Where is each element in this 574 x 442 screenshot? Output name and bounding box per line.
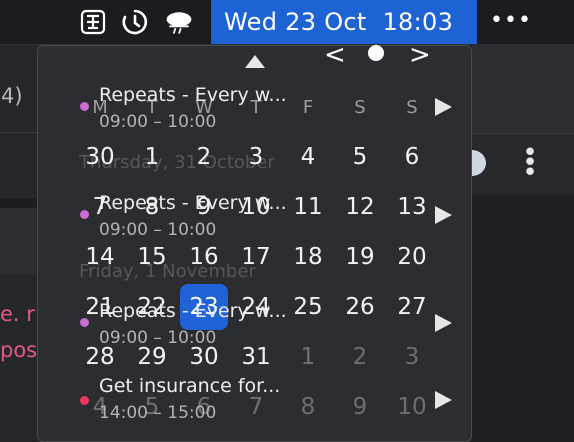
event-time: 14:00 – 15:00: [99, 403, 217, 423]
cloud-weather-icon[interactable]: [164, 7, 194, 37]
divider: [0, 132, 40, 133]
calendar-day[interactable]: 14: [80, 244, 120, 270]
calendar-day[interactable]: 26: [340, 294, 380, 320]
calendar-day-next-month[interactable]: 2: [340, 344, 380, 370]
calendar-day-next-month[interactable]: 8: [288, 394, 328, 420]
calendar-day[interactable]: 13: [392, 194, 432, 220]
calendar-day[interactable]: 6: [392, 144, 432, 170]
event-time: 09:00 – 10:00: [99, 328, 217, 348]
disclosure-arrow-icon[interactable]: [435, 98, 452, 116]
previous-month-button[interactable]: <: [324, 40, 346, 70]
calendar-day[interactable]: 2: [184, 144, 224, 170]
current-month-dot-button[interactable]: [368, 45, 384, 61]
calendar-day[interactable]: 17: [236, 244, 276, 270]
disclosure-arrow-icon[interactable]: [435, 314, 452, 332]
calendar-day-next-month[interactable]: 3: [392, 344, 432, 370]
next-month-button[interactable]: >: [409, 40, 431, 70]
avatar[interactable]: [472, 150, 488, 176]
disclosure-arrow-icon[interactable]: [435, 206, 452, 224]
calendar-day[interactable]: 27: [392, 294, 432, 320]
disclosure-arrow-icon[interactable]: [435, 391, 452, 409]
calendar-day[interactable]: 11: [288, 194, 328, 220]
background-content: [472, 195, 574, 442]
calendar-day[interactable]: 19: [340, 244, 380, 270]
more-icon[interactable]: •••: [490, 8, 532, 33]
event-title: Repeats - Every w...: [99, 300, 287, 322]
calendar-day-next-month[interactable]: 1: [288, 344, 328, 370]
menu-bar: Wed 23 Oct 18:03 •••: [0, 0, 574, 45]
calendar-day[interactable]: 25: [288, 294, 328, 320]
weekday-label: F: [302, 97, 314, 118]
background-text: 4): [1, 84, 23, 108]
calendar-day[interactable]: 4: [288, 144, 328, 170]
calendar-day[interactable]: 5: [340, 144, 380, 170]
event-color-dot: [80, 102, 89, 111]
calendar-day[interactable]: 3: [236, 144, 276, 170]
event-title: Repeats - Every w...: [99, 192, 287, 214]
event-time: 09:00 – 10:00: [99, 112, 217, 132]
event-color-dot: [80, 210, 89, 219]
event-color-dot: [80, 396, 89, 405]
timer-icon[interactable]: [120, 7, 150, 37]
event-time: 09:00 – 10:00: [99, 220, 217, 240]
calendar-day[interactable]: 15: [132, 244, 172, 270]
calendar-day[interactable]: 12: [340, 194, 380, 220]
divider: [0, 198, 40, 208]
calendar-day-next-month[interactable]: 10: [392, 394, 432, 420]
background-panel: [0, 208, 40, 274]
calendar-day-next-month[interactable]: 7: [236, 394, 276, 420]
calendar-day[interactable]: 18: [288, 244, 328, 270]
background-link-text: e. r: [0, 302, 35, 326]
calendar-day-next-month[interactable]: 9: [340, 394, 380, 420]
menubar-clock[interactable]: Wed 23 Oct 18:03: [211, 0, 477, 44]
text-cursor-box-icon[interactable]: [78, 7, 108, 37]
collapse-caret-icon[interactable]: [245, 55, 265, 68]
event-color-dot: [80, 318, 89, 327]
calendar-day[interactable]: 31: [236, 344, 276, 370]
event-title: Repeats - Every w...: [99, 84, 287, 106]
calendar-day[interactable]: 20: [392, 244, 432, 270]
calendar-day[interactable]: 1: [132, 144, 172, 170]
event-title: Get insurance for...: [99, 375, 281, 397]
weekday-label: S: [406, 97, 418, 118]
background-toolbar: [472, 45, 574, 134]
calendar-day[interactable]: 16: [184, 244, 224, 270]
weekday-label: S: [354, 97, 366, 118]
background-link-text: pos: [0, 338, 38, 362]
kebab-menu-icon[interactable]: • • •: [521, 140, 539, 186]
calendar-day[interactable]: 30: [80, 144, 120, 170]
